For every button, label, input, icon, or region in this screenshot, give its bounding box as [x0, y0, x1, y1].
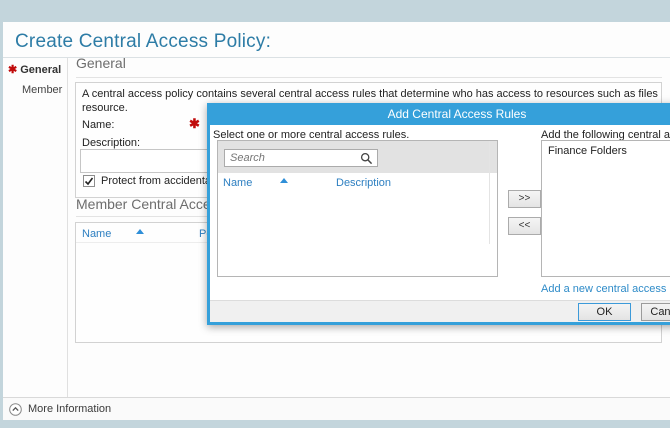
- more-information-label: More Information: [28, 403, 112, 415]
- more-information-expander[interactable]: More Information: [3, 397, 670, 420]
- dialog-body: Select one or more central access rules.…: [210, 125, 670, 300]
- dialog-footer: OK Cancel: [210, 300, 670, 322]
- general-section-rule: [76, 77, 662, 78]
- add-new-rule-link[interactable]: Add a new central access rule: [541, 283, 670, 295]
- list-item-finance-folders[interactable]: Finance Folders: [542, 141, 670, 161]
- search-header: [218, 141, 497, 173]
- sidebar-item-general-label: General: [20, 64, 62, 76]
- sidebar-item-member-label: Member: [22, 84, 63, 96]
- cancel-button[interactable]: Cancel: [641, 303, 670, 321]
- sidebar-item-general[interactable]: ✱ General: [8, 63, 70, 76]
- dialog-titlebar[interactable]: Add Central Access Rules: [210, 103, 670, 125]
- create-central-access-policy-window: Create Central Access Policy: ✱ General M…: [0, 0, 670, 428]
- selected-rules-listbox[interactable]: Finance Folders: [541, 140, 670, 277]
- sidebar-separator: [67, 58, 68, 397]
- name-field-label: Name:: [82, 119, 115, 131]
- available-rules-listbox: Name Description: [217, 140, 498, 277]
- member-column-header-name[interactable]: Name: [82, 228, 111, 240]
- general-description-text-line2: resource.: [82, 102, 128, 114]
- required-asterisk-icon: ✱: [189, 116, 200, 131]
- general-section-heading: General: [76, 55, 126, 71]
- move-right-button[interactable]: >>: [508, 190, 541, 208]
- description-field-label: Description:: [82, 137, 141, 149]
- required-asterisk-icon: ✱: [8, 64, 18, 76]
- column-header-description[interactable]: Description: [336, 177, 391, 189]
- move-left-button[interactable]: <<: [508, 217, 541, 235]
- ok-button[interactable]: OK: [578, 303, 631, 321]
- available-rules-list[interactable]: [218, 193, 497, 276]
- circled-chevron-up-icon: [9, 402, 22, 416]
- checkmark-icon: [84, 177, 94, 186]
- dialog-title: Add Central Access Rules: [387, 107, 527, 121]
- column-header-name[interactable]: Name: [223, 177, 252, 189]
- search-icon[interactable]: [360, 152, 373, 168]
- available-rules-column-headers: Name Description: [218, 173, 497, 193]
- page-title: Create Central Access Policy:: [15, 31, 272, 52]
- search-input[interactable]: [224, 149, 378, 167]
- add-central-access-rules-dialog: Add Central Access Rules Select one or m…: [207, 103, 670, 325]
- protect-checkbox[interactable]: [83, 175, 95, 187]
- general-description-text-line1: A central access policy contains several…: [82, 88, 658, 100]
- sort-ascending-icon: [136, 229, 144, 234]
- sort-ascending-icon: [280, 178, 288, 183]
